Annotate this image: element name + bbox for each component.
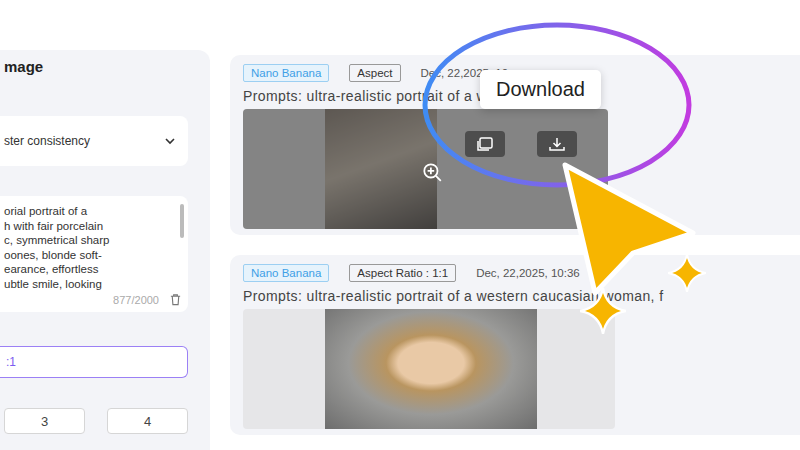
history-feed: Nano Banana Aspect Dec, 22,2025, 10: Pro… [230,0,800,450]
sparkle-icon [668,254,706,292]
sparkle-icon [580,288,626,334]
mode-dropdown[interactable]: ster consistency [0,116,188,166]
history-card: Nano Banana Aspect Ratio : 1:1 Dec, 22,2… [230,255,800,435]
dropdown-value: ster consistency [4,134,90,148]
aspect-ratio-select[interactable]: :1 [0,346,188,378]
quantity-options: 34 [4,408,188,434]
zoom-button[interactable] [421,161,443,183]
prompt-line: c, symmetrical sharp [4,233,172,248]
page: mage ster consistency orial portrait of … [0,0,800,450]
prompt-textarea[interactable]: orial portrait of ah with fair porcelain… [0,196,188,312]
zoom-in-icon [421,161,443,183]
date: Dec, 22,2025, 10:36 [476,267,580,279]
prompt-line: earance, effortless [4,262,172,277]
quantity-option[interactable]: 4 [107,408,188,434]
prompt-line: h with fair porcelain [4,219,172,234]
prompt-line: orial portrait of a [4,204,172,219]
scrollbar[interactable] [180,204,184,238]
hover-overlay [243,109,608,229]
image-thumbnail[interactable] [243,309,615,429]
download-icon [547,136,567,152]
generated-photo [325,309,537,429]
download-tooltip: Download [480,70,601,109]
model-tag: Nano Banana [243,264,329,282]
chevron-down-icon [164,135,176,147]
generate-panel: mage ster consistency orial portrait of … [0,50,210,450]
copy-button[interactable] [465,131,505,157]
prompt-line: ubtle smile, looking [4,277,172,292]
prompt-line: oones, blonde soft- [4,248,172,263]
aspect-tag: Aspect Ratio : 1:1 [349,264,456,282]
char-count: 877/2000 [113,294,159,306]
trash-icon[interactable] [169,293,182,306]
image-thumbnail[interactable] [243,109,608,229]
aspect-tag: Aspect [349,64,400,82]
download-button[interactable] [537,131,577,157]
prompt-text: Prompts: ultra-realistic portrait of a w… [243,288,800,304]
panel-title: mage [4,58,188,78]
model-tag: Nano Banana [243,64,329,82]
quantity-option[interactable]: 3 [4,408,85,434]
copy-image-icon [475,136,495,152]
